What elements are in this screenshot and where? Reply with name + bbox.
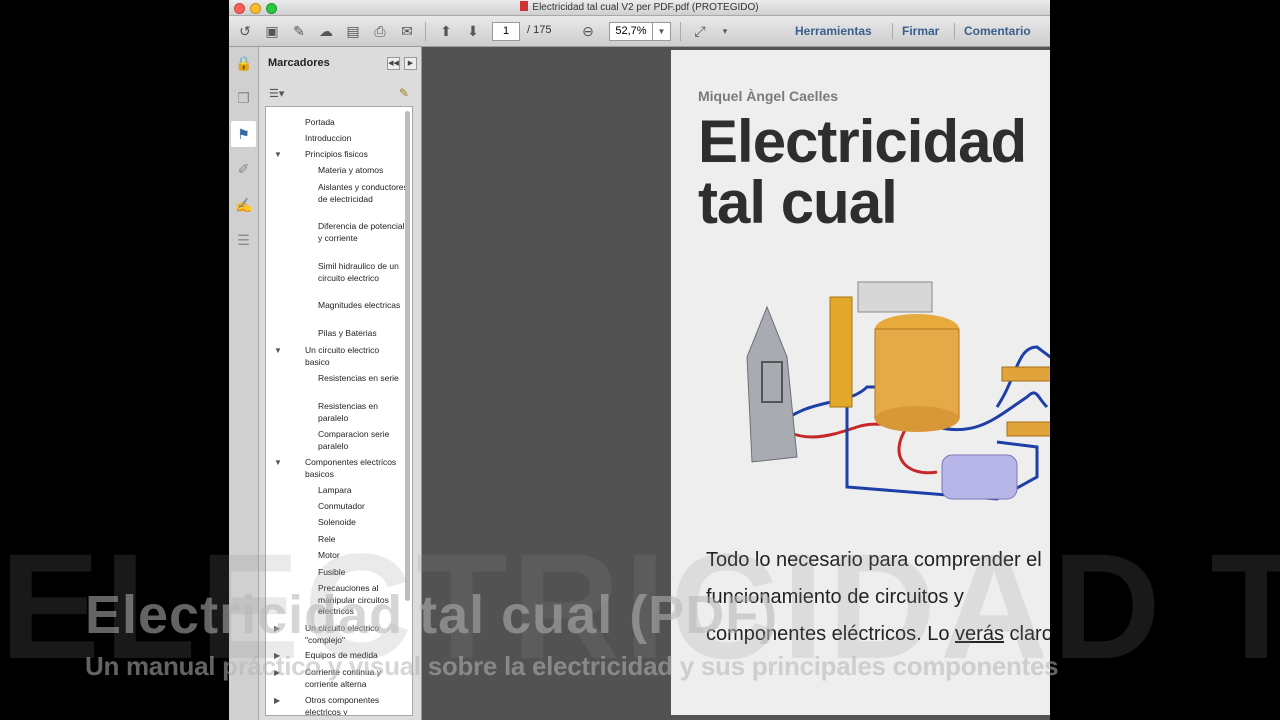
bookmark-item[interactable]: Simil hidraulico de un circuito electric… <box>318 261 408 284</box>
bookmark-label: Un circuito electrico basico <box>305 345 380 367</box>
bookmark-item[interactable]: Principios fisicos <box>305 149 401 161</box>
collapse-panel-icon[interactable]: ◀◀ <box>387 57 400 70</box>
bookmark-item[interactable]: Aislantes y conductores de electricidad <box>318 182 408 205</box>
bookmark-label: Resistencias en serie <box>318 373 399 383</box>
fit-page-icon[interactable]: ⤢ <box>692 23 708 39</box>
bookmark-item[interactable]: Materia y atomos <box>318 165 408 177</box>
collapsed-triangle-icon[interactable]: ▶ <box>274 696 280 705</box>
lock-icon[interactable]: 🔒 <box>235 55 252 72</box>
circuit-illustration <box>746 281 1050 501</box>
options-menu-icon[interactable]: ☰▾ <box>269 87 284 100</box>
page-number-input[interactable]: 1 <box>492 22 520 41</box>
title-bar: Electricidad tal cual V2 per PDF.pdf (PR… <box>229 0 1050 16</box>
title-line-1: Electricidad <box>698 108 1027 175</box>
bookmark-label: Componentes electricos basicos <box>305 457 397 479</box>
page-total: / 175 <box>527 24 552 36</box>
bookmark-item[interactable]: Lampara <box>318 485 408 497</box>
bookmark-label: Resistencias en paralelo <box>318 401 379 423</box>
bookmark-item[interactable]: Componentes electricos basicos <box>305 457 401 480</box>
create-pdf-icon[interactable]: ↺ <box>237 23 253 39</box>
next-page-icon[interactable]: ⬇ <box>465 23 481 39</box>
expanded-triangle-icon[interactable]: ▼ <box>274 150 282 159</box>
book-author: Miquel Àngel Caelles <box>698 88 839 104</box>
bookmark-item[interactable]: Introduccion <box>305 133 401 145</box>
tools-link[interactable]: Herramientas <box>795 24 872 38</box>
bookmark-item[interactable]: Un circuito electrico basico <box>305 345 401 368</box>
pages-icon[interactable]: ❐ <box>235 90 252 107</box>
panel-title: Marcadores <box>268 57 330 69</box>
bookmark-label: Pilas y Baterias <box>318 328 377 338</box>
bookmark-item[interactable]: Magnitudes electricas <box>318 300 408 312</box>
bookmark-label: Materia y atomos <box>318 165 384 175</box>
bookmark-label: Simil hidraulico de un circuito electric… <box>318 261 399 283</box>
bookmark-item[interactable]: Portada <box>305 117 401 129</box>
sign-link[interactable]: Firmar <box>902 24 939 38</box>
edit-icon[interactable]: ✎ <box>291 23 307 39</box>
bookmark-label: Comparacion serie paralelo <box>318 429 390 451</box>
layers-icon[interactable]: ☰ <box>235 232 252 249</box>
zoom-dropdown-icon[interactable]: ▼ <box>652 22 671 41</box>
pdf-file-icon <box>520 1 529 11</box>
window-title: Electricidad tal cual V2 per PDF.pdf (PR… <box>532 2 759 13</box>
bookmark-item[interactable]: Diferencia de potencial y corriente <box>318 221 408 244</box>
expanded-triangle-icon[interactable]: ▼ <box>274 458 282 467</box>
comment-link[interactable]: Comentario <box>964 24 1031 38</box>
bookmark-label: Diferencia de potencial y corriente <box>318 221 405 243</box>
bookmark-label: Lampara <box>318 485 352 495</box>
expand-panel-icon[interactable]: ▶ <box>404 57 417 70</box>
bookmark-item[interactable]: Resistencias en serie <box>318 373 408 385</box>
bookmark-item[interactable]: Conmutador <box>318 501 408 513</box>
zoom-out-icon[interactable]: ⊖ <box>580 23 596 39</box>
overlay-title: Electricidad tal cual (PDF) <box>85 585 779 645</box>
book-title: Electricidad tal cual <box>698 108 1027 236</box>
title-line-2: tal cual <box>698 169 898 236</box>
new-bookmark-icon[interactable]: ✎ <box>399 86 409 100</box>
bookmark-label: Principios fisicos <box>305 149 368 159</box>
zoom-input[interactable]: 52,7% <box>609 22 653 41</box>
signatures-icon[interactable]: ✍ <box>235 197 252 214</box>
expanded-triangle-icon[interactable]: ▼ <box>274 346 282 355</box>
overlay-subtitle: Un manual práctico y visual sobre la ele… <box>85 651 1059 681</box>
bookmark-label: Otros componentes electricos y <box>305 695 380 716</box>
bookmark-item[interactable]: Comparacion serie paralelo <box>318 429 408 452</box>
bookmark-item[interactable]: Pilas y Baterias <box>318 328 408 340</box>
cloud-upload-icon[interactable]: ☁ <box>318 23 334 39</box>
toolbar-separator <box>892 23 893 39</box>
toolbar: ↺ ▣ ✎ ☁ ▤ ⎙ ✉ ⬆ ⬇ 1 / 175 ⊖ 52,7% ▼ ⤢ ▾ … <box>229 16 1050 47</box>
bookmark-label: Conmutador <box>318 501 365 511</box>
toolbar-separator <box>425 22 426 41</box>
window-title-wrap: Electricidad tal cual V2 per PDF.pdf (PR… <box>229 1 1050 13</box>
toolbar-separator <box>680 22 681 41</box>
bookmarks-icon[interactable]: ⚑ <box>231 121 256 147</box>
save-icon[interactable]: ▤ <box>345 23 361 39</box>
more-tools-icon[interactable]: ▾ <box>717 23 733 39</box>
email-icon[interactable]: ✉ <box>399 23 415 39</box>
toolbar-separator <box>954 23 955 39</box>
combine-files-icon[interactable]: ▣ <box>264 23 280 39</box>
attachments-icon[interactable]: ✐ <box>235 161 252 178</box>
bookmark-label: Introduccion <box>305 133 352 143</box>
bookmark-label: Portada <box>305 117 335 127</box>
bookmark-item[interactable]: Resistencias en paralelo <box>318 401 408 424</box>
print-icon[interactable]: ⎙ <box>372 23 388 39</box>
prev-page-icon[interactable]: ⬆ <box>438 23 454 39</box>
bookmark-label: Aislantes y conductores de electricidad <box>318 182 408 204</box>
bookmark-item[interactable]: Otros componentes electricos y <box>305 695 401 716</box>
bookmark-label: Magnitudes electricas <box>318 300 401 310</box>
